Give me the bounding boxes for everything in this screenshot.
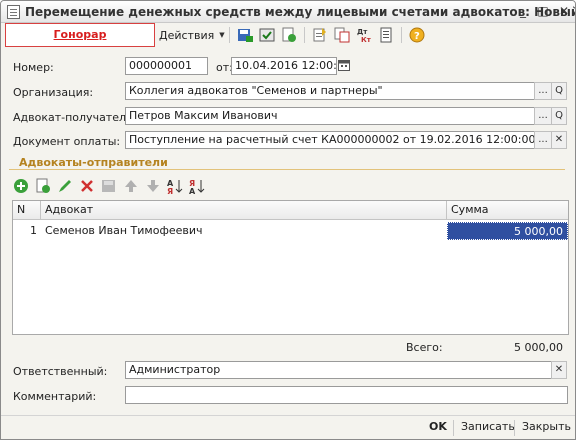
row-number: 1 [30, 224, 37, 237]
senders-section-title: Адвокаты-отправители [9, 156, 565, 170]
tab-toolbar-row: Гонорар Действия ▼ Дт Кт ? [1, 23, 575, 47]
senders-table: N Адвокат Сумма 1 Семенов Иван Тимофееви… [12, 200, 569, 335]
minimize-button[interactable]: _ [515, 4, 531, 19]
document-window: Перемещение денежных средств между лицев… [0, 0, 576, 440]
maximize-button[interactable]: □ [535, 4, 551, 19]
recipient-field[interactable]: Петров Максим Иванович [125, 107, 535, 125]
column-header-n[interactable]: N [13, 201, 41, 220]
payment-doc-select-button[interactable]: ... [534, 131, 552, 149]
end-edit-icon[interactable] [101, 178, 117, 194]
comment-field[interactable] [125, 386, 568, 404]
row-lawyer[interactable]: Семенов Иван Тимофеевич [41, 222, 447, 240]
organization-field[interactable]: Коллегия адвокатов "Семенов и партнеры" [125, 82, 535, 100]
table-row[interactable]: 1 Семенов Иван Тимофеевич 5 000,00 [13, 222, 568, 240]
table-toolbar: AЯ ЯA [13, 176, 211, 196]
window-title: Перемещение денежных средств между лицев… [25, 5, 576, 19]
total-value: 5 000,00 [514, 341, 563, 354]
column-header-lawyer[interactable]: Адвокат [41, 201, 447, 220]
title-bar: Перемещение денежных средств между лицев… [1, 1, 575, 23]
svg-text:Кт: Кт [361, 36, 372, 43]
refresh-icon[interactable] [280, 26, 298, 44]
tab-honorar[interactable]: Гонорар [5, 23, 155, 47]
svg-text:Дт: Дт [357, 28, 368, 36]
sort-ascending-icon[interactable]: AЯ [167, 178, 183, 194]
svg-text:Я: Я [167, 187, 173, 194]
organization-open-icon[interactable]: Q [551, 82, 567, 100]
payment-doc-label: Документ оплаты: [13, 135, 121, 148]
total-label: Всего: [406, 341, 443, 354]
date-field[interactable]: 10.04.2016 12:00:00 [231, 57, 337, 75]
move-down-icon[interactable] [145, 178, 161, 194]
comment-label: Комментарий: [13, 390, 97, 403]
dt-kt-icon[interactable]: Дт Кт [355, 26, 373, 44]
close-form-button[interactable]: Закрыть [522, 420, 571, 433]
table-header: N Адвокат Сумма [13, 201, 568, 220]
bottom-separator [514, 420, 515, 436]
save-close-icon[interactable] [236, 26, 254, 44]
payment-doc-field[interactable]: Поступление на расчетный счет КА00000000… [125, 131, 535, 149]
row-amount[interactable]: 5 000,00 [447, 222, 568, 240]
svg-text:?: ? [414, 31, 420, 42]
organization-select-button[interactable]: ... [534, 82, 552, 100]
save-button[interactable]: Записать [461, 420, 515, 433]
recipient-open-icon[interactable]: Q [551, 107, 567, 125]
document-icon [7, 5, 20, 19]
move-up-icon[interactable] [123, 178, 139, 194]
sort-descending-icon[interactable]: ЯA [189, 178, 205, 194]
organization-label: Организация: [13, 86, 94, 99]
toolbar: Действия ▼ Дт Кт ? [157, 23, 428, 47]
edit-row-icon[interactable] [57, 178, 73, 194]
copy-row-icon[interactable] [35, 178, 51, 194]
delete-row-icon[interactable] [79, 178, 95, 194]
senders-section-label: Адвокаты-отправители [19, 156, 168, 169]
recipient-label: Адвокат-получатель: [13, 111, 137, 124]
actions-menu[interactable]: Действия [157, 29, 216, 42]
add-row-icon[interactable] [13, 178, 29, 194]
toolbar-separator [400, 27, 402, 43]
number-label: Номер: [13, 61, 54, 74]
ok-button[interactable]: OK [429, 420, 447, 433]
post-document-icon[interactable] [258, 26, 276, 44]
toolbar-separator [228, 27, 230, 43]
number-field[interactable]: 000000001 [125, 57, 208, 75]
based-on-icon[interactable] [311, 26, 329, 44]
responsible-field[interactable]: Администратор [125, 361, 552, 379]
payment-doc-clear-icon[interactable]: ✕ [551, 131, 567, 149]
section-divider [9, 169, 565, 170]
toolbar-separator [303, 27, 305, 43]
responsible-label: Ответственный: [13, 365, 108, 378]
structure-icon[interactable] [333, 26, 351, 44]
close-button[interactable]: ✕ [556, 4, 572, 19]
column-header-amount[interactable]: Сумма [447, 201, 568, 220]
svg-text:A: A [189, 187, 196, 194]
bottom-bar: OK Записать Закрыть [1, 415, 575, 439]
responsible-clear-icon[interactable]: ✕ [551, 361, 567, 379]
bottom-separator [453, 420, 454, 436]
calendar-icon[interactable] [336, 57, 352, 75]
chevron-down-icon: ▼ [219, 31, 225, 39]
report-icon[interactable] [377, 26, 395, 44]
help-icon[interactable]: ? [408, 26, 426, 44]
recipient-select-button[interactable]: ... [534, 107, 552, 125]
